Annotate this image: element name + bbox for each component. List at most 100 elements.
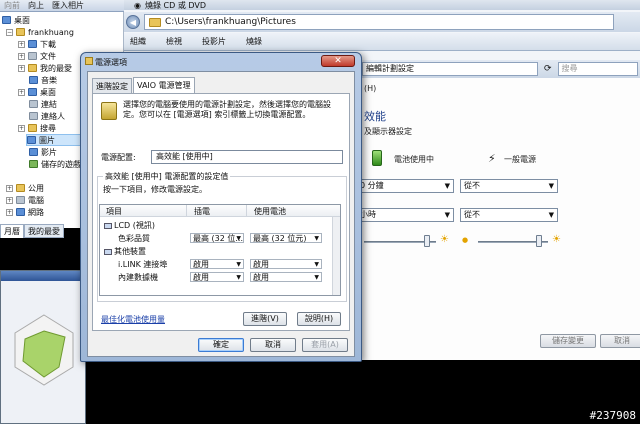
expand-icon[interactable]: + xyxy=(6,196,13,204)
expand-icon[interactable]: + xyxy=(18,124,25,132)
brightness-plugged-thumb[interactable] xyxy=(536,235,542,247)
tree-item-public[interactable]: + 公用 xyxy=(6,182,44,194)
address-bar[interactable]: C:\Users\frankhuang\Pictures xyxy=(144,14,614,30)
tree-item-downloads[interactable]: + 下載 xyxy=(18,38,56,50)
folder-icon xyxy=(29,148,38,156)
chevron-down-icon: ▼ xyxy=(236,261,241,268)
back-arrow-icon[interactable]: ◀ xyxy=(126,15,140,29)
dc-setting-select[interactable]: 啟用 ▼ xyxy=(250,272,322,282)
chevron-down-icon: ▼ xyxy=(314,235,319,242)
monitor-icon xyxy=(104,222,112,229)
tree-item-saved-games[interactable]: 儲存的遊戲 xyxy=(29,158,81,170)
sun-icon: ☀ xyxy=(440,234,449,245)
cp-search-input[interactable]: 搜尋 xyxy=(557,62,638,76)
organize-button[interactable]: 組織 xyxy=(130,36,146,47)
save-changes-button[interactable]: 儲存變更 xyxy=(540,334,596,348)
tree-item-links[interactable]: 連結 xyxy=(29,98,57,110)
dim-plugged-select[interactable]: 從不 ▼ xyxy=(460,179,558,193)
sun-small-icon: ● xyxy=(462,236,469,244)
ac-setting-select[interactable]: 啟用 ▼ xyxy=(190,259,244,269)
tree-item-network[interactable]: + 網路 xyxy=(6,206,44,218)
view-button[interactable]: 檢視 xyxy=(166,36,182,47)
cancel-button[interactable]: 取消 xyxy=(250,338,296,352)
tree-item-documents[interactable]: + 文件 xyxy=(18,50,56,62)
plan-label: 電源配置: xyxy=(101,153,136,162)
battery-plan-icon xyxy=(101,102,117,120)
collapse-icon[interactable]: − xyxy=(6,28,13,36)
tree-item-desktop[interactable]: 桌面 xyxy=(2,14,30,26)
table-header: 項目 插電 使用電池 xyxy=(100,205,340,217)
group-title: 高效能 [使用中] 電源配置的設定值 xyxy=(103,171,231,182)
column-divider[interactable] xyxy=(246,205,247,217)
pictures-topbar: ◉ 燒錄 CD 或 DVD xyxy=(124,0,640,10)
burn-cmd-button[interactable]: 燒錄 xyxy=(246,36,262,47)
dc-setting-select[interactable]: 最高 (32 位元) ▼ xyxy=(250,233,322,243)
expand-icon[interactable]: + xyxy=(6,208,13,216)
tree-item-contacts[interactable]: 連絡人 xyxy=(29,110,65,122)
apply-button[interactable]: 套用(A) xyxy=(302,338,348,352)
table-group-row[interactable]: 其他裝置 xyxy=(100,245,340,257)
computer-icon xyxy=(16,196,25,204)
back-button[interactable]: 向前 xyxy=(4,0,20,11)
ac-setting-select[interactable]: 啟用 ▼ xyxy=(190,272,244,282)
ac-setting-select[interactable]: 最高 (32 位... ▼ xyxy=(190,233,244,243)
power-options-dialog: 電源選項 ✕ 進階設定 VAIO 電源管理 選擇您的電腦要使用的電源計劃設定，然… xyxy=(80,52,362,362)
expand-icon[interactable]: + xyxy=(6,184,13,192)
tree-item-computer[interactable]: + 電腦 xyxy=(6,194,44,206)
power-app-thumbnail[interactable] xyxy=(0,270,86,424)
sun-icon: ☀ xyxy=(552,234,561,245)
sleep-plugged-select[interactable]: 從不 ▼ xyxy=(460,208,558,222)
command-bar: 組織 檢視 投影片 燒錄 xyxy=(124,33,640,51)
import-photos-button[interactable]: 匯入相片 xyxy=(52,0,84,11)
dim-battery-select[interactable]: 0 分鐘 ▼ xyxy=(356,179,454,193)
address-row: ◀ C:\Users\frankhuang\Pictures xyxy=(124,12,640,32)
tree-item-search[interactable]: + 搜尋 xyxy=(18,122,56,134)
tree-item-favorites[interactable]: + 我的最愛 xyxy=(18,62,72,74)
tree-item-videos[interactable]: 影片 xyxy=(29,146,57,158)
device-icon xyxy=(104,248,112,255)
tab-favorites[interactable]: 我的最愛 xyxy=(24,224,64,238)
tab-vaio-power[interactable]: VAIO 電源管理 xyxy=(133,77,195,94)
description-text: 選擇您的電腦要使用的電源計劃設定，然後選擇您的電腦設定。您可以在 [電源選項] … xyxy=(123,100,331,119)
expand-icon[interactable]: + xyxy=(18,52,25,60)
tree-item-music[interactable]: 音樂 xyxy=(29,74,57,86)
tab-calendar[interactable]: 月曆 xyxy=(0,224,24,238)
folder-icon xyxy=(16,184,25,192)
cp-address-bar[interactable]: 編輯計劃設定 xyxy=(362,62,538,76)
radar-graphic-icon xyxy=(14,314,74,386)
tree-item-desktop2[interactable]: + 桌面 xyxy=(18,86,56,98)
folder-icon xyxy=(29,160,38,168)
table-row[interactable]: i.LINK 連接埠 啟用 ▼ 啟用 ▼ xyxy=(100,258,340,270)
ok-button[interactable]: 確定 xyxy=(198,338,244,352)
table-group-row[interactable]: LCD (視訊) xyxy=(100,219,340,231)
brightness-battery-thumb[interactable] xyxy=(424,235,430,247)
optimize-battery-link[interactable]: 最佳化電池使用量 xyxy=(101,314,165,325)
slideshow-button[interactable]: 投影片 xyxy=(202,36,226,47)
tree-item-pictures[interactable]: 圖片 xyxy=(26,134,82,146)
power-plan-settings-panel: 編輯計劃設定 ⟳ 搜尋 (H) 效能 及顯示器設定 電池使用中 ⚡ 一般電源 0… xyxy=(356,60,640,360)
col-battery-label: 電池使用中 xyxy=(394,155,434,164)
table-scrollbar[interactable] xyxy=(332,217,340,295)
expand-icon[interactable]: + xyxy=(18,40,25,48)
help-button[interactable]: 說明(H) xyxy=(297,312,341,326)
sleep-battery-select[interactable]: 小時 ▼ xyxy=(356,208,454,222)
advanced-button[interactable]: 進階(V) xyxy=(243,312,287,326)
col-plugged-label: 一般電源 xyxy=(504,155,536,164)
expand-icon[interactable]: + xyxy=(18,88,25,96)
burn-button[interactable]: 燒錄 CD 或 DVD xyxy=(145,0,206,11)
chevron-down-icon: ▼ xyxy=(236,235,241,242)
expand-icon[interactable]: + xyxy=(18,64,25,72)
table-row[interactable]: 色彩品質 最高 (32 位... ▼ 最高 (32 位元) ▼ xyxy=(100,232,340,244)
refresh-icon[interactable]: ⟳ xyxy=(544,64,552,74)
table-row[interactable]: 內建數據機 啟用 ▼ 啟用 ▼ xyxy=(100,271,340,283)
column-divider[interactable] xyxy=(186,205,187,217)
dc-setting-select[interactable]: 啟用 ▼ xyxy=(250,259,322,269)
nav-tabs: 月曆 我的最愛 xyxy=(0,224,80,238)
tree-item-user[interactable]: − frankhuang xyxy=(6,26,74,38)
plan-name-field[interactable]: 高效能 [使用中] xyxy=(151,150,343,164)
close-button[interactable]: ✕ xyxy=(321,55,355,67)
col-header-dc: 使用電池 xyxy=(254,207,286,216)
cp-cancel-button[interactable]: 取消 xyxy=(600,334,640,348)
up-button[interactable]: 向上 xyxy=(28,0,44,11)
battery-icon xyxy=(372,150,382,166)
